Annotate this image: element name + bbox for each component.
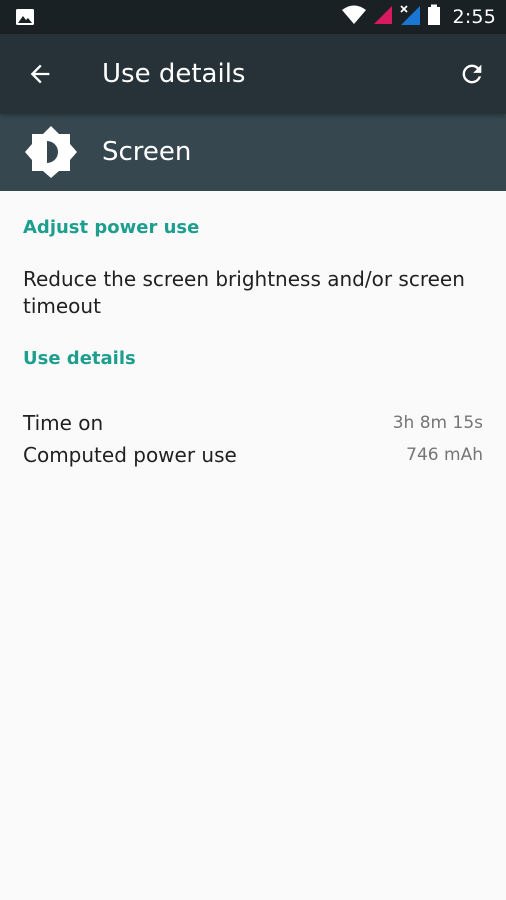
arrow-back-icon — [30, 64, 50, 84]
refresh-icon — [462, 64, 482, 84]
app-bar: Use details — [0, 34, 506, 114]
detail-label: Time on — [23, 411, 104, 435]
status-time: 2:55 — [452, 6, 496, 28]
wifi-icon — [341, 5, 367, 29]
back-button[interactable] — [20, 54, 60, 94]
refresh-button[interactable] — [452, 54, 492, 94]
app-header: Screen — [0, 114, 506, 191]
adjust-power-item[interactable]: Reduce the screen brightness and/or scre… — [23, 266, 483, 320]
app-name: Screen — [102, 137, 192, 167]
image-notification-icon — [15, 8, 35, 26]
status-icons: 2:55 — [341, 0, 496, 34]
detail-value: 3h 8m 15s — [392, 413, 483, 433]
detail-row-time-on: Time on 3h 8m 15s — [23, 408, 483, 438]
signal-sim1-icon — [373, 5, 393, 29]
detail-label: Computed power use — [23, 443, 237, 467]
detail-row-power-use: Computed power use 746 mAh — [23, 440, 483, 470]
brightness-icon — [23, 124, 79, 180]
section-title-adjust: Adjust power use — [23, 217, 200, 238]
status-bar: 2:55 — [0, 0, 506, 34]
page-title: Use details — [102, 59, 246, 89]
battery-icon — [427, 4, 441, 30]
section-title-details: Use details — [23, 348, 136, 369]
signal-sim2-icon — [399, 4, 421, 30]
detail-value: 746 mAh — [406, 445, 483, 465]
